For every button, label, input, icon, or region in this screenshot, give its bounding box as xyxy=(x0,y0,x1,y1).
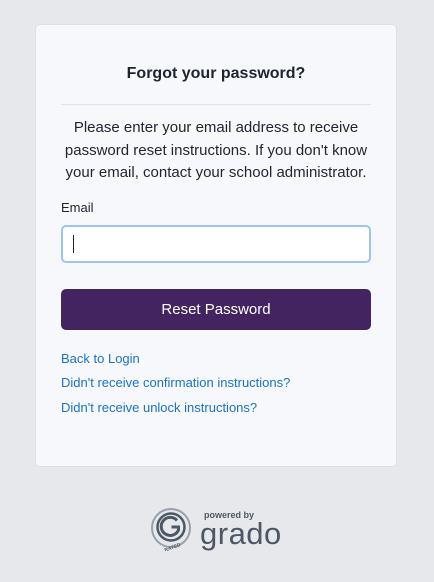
grado-wordmark: grado xyxy=(200,516,282,551)
instructions-text: Please enter your email address to recei… xyxy=(64,119,368,181)
help-links: Back to Login Didn't receive confirmatio… xyxy=(61,351,371,415)
forgot-password-card: Forgot your password? Please enter your … xyxy=(36,25,396,466)
rated-badge-text: RATED xyxy=(164,542,182,551)
powered-by-footer: RATED powered by grado xyxy=(150,505,290,553)
text-caret xyxy=(73,234,74,253)
grado-g-logo-icon: RATED xyxy=(151,508,191,551)
confirmation-instructions-link[interactable]: Didn't receive confirmation instructions… xyxy=(61,375,371,390)
reset-password-button[interactable]: Reset Password xyxy=(61,288,371,330)
page-title: Forgot your password? xyxy=(126,65,306,82)
email-label: Email xyxy=(61,199,94,215)
divider xyxy=(61,104,371,105)
email-field[interactable] xyxy=(61,224,371,263)
back-to-login-link[interactable]: Back to Login xyxy=(61,351,371,366)
unlock-instructions-link[interactable]: Didn't receive unlock instructions? xyxy=(61,400,371,415)
